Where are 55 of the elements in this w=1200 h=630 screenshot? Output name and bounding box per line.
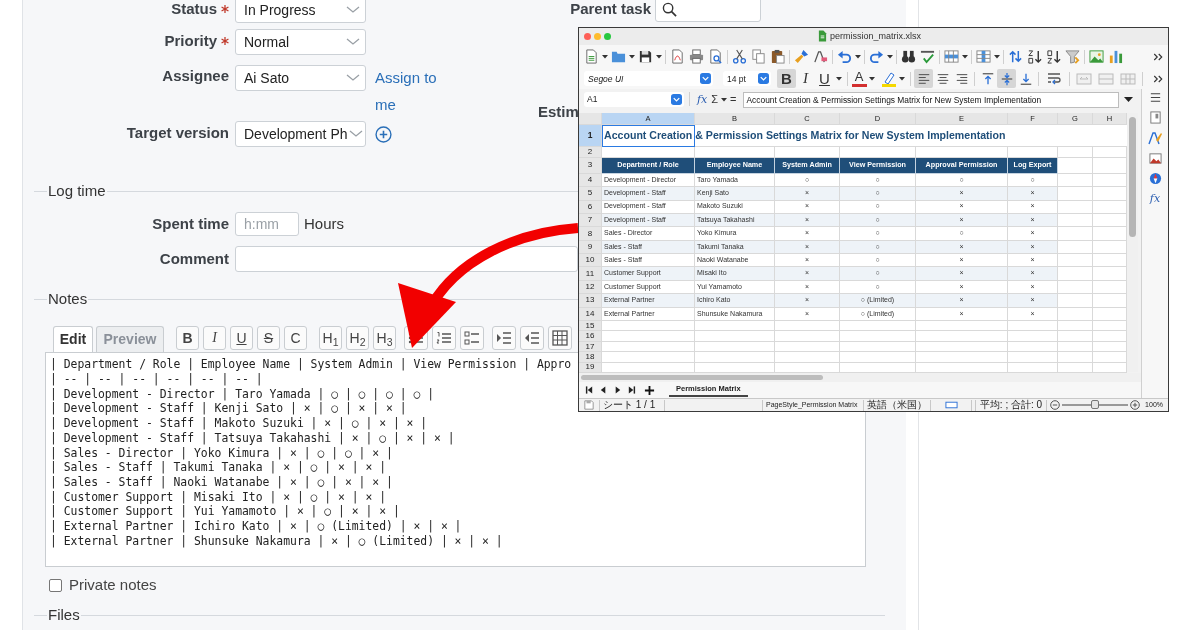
- section-title: Notes: [47, 289, 89, 310]
- select-field[interactable]: In Progress: [235, 0, 366, 23]
- formula-button[interactable]: =: [728, 92, 739, 108]
- section-title: Files: [47, 605, 81, 626]
- row-header[interactable]: 17: [579, 341, 602, 353]
- italic-button[interactable]: I: [796, 69, 815, 89]
- italic-button[interactable]: I: [203, 326, 226, 351]
- section-title: Log time: [47, 181, 107, 202]
- row-header[interactable]: 13: [579, 294, 602, 308]
- field-label: Target version: [126, 123, 229, 144]
- heading-button[interactable]: H$_{1}$: [319, 326, 342, 351]
- field-label: Priority: [164, 30, 217, 51]
- row-header[interactable]: 1: [579, 125, 602, 148]
- spent-time-field[interactable]: h:mm: [235, 212, 299, 237]
- editor-tab[interactable]: Edit: [53, 326, 93, 353]
- sum-button[interactable]: Σ: [709, 92, 721, 108]
- row-header[interactable]: 2: [579, 147, 602, 158]
- window-title: permission_matrix.xlsx: [830, 29, 921, 43]
- field-label: Estim: [538, 102, 579, 122]
- font-size-field[interactable]: 14 pt: [723, 71, 771, 87]
- function-wizard-button[interactable]: fx: [695, 92, 710, 108]
- select-field[interactable]: Normal: [235, 28, 366, 55]
- field-label: Comment: [159, 249, 229, 270]
- underline-button[interactable]: U: [815, 69, 834, 89]
- bold-button[interactable]: B: [777, 69, 796, 89]
- row-header[interactable]: 8: [579, 227, 602, 241]
- status-text: 英語（米国）: [866, 399, 928, 411]
- field-label: Spent time: [152, 214, 229, 235]
- field-label: Assignee: [162, 66, 229, 87]
- underline-button[interactable]: U: [230, 326, 253, 351]
- heading-button[interactable]: H$_{3}$: [373, 326, 396, 351]
- strike-button[interactable]: S: [257, 326, 280, 351]
- field-label: Parent task: [569, 0, 651, 19]
- font-name-field[interactable]: Segoe UI: [584, 71, 713, 87]
- name-box[interactable]: A1: [584, 92, 684, 108]
- assign-link[interactable]: Assign to me: [375, 63, 447, 118]
- font-color-button[interactable]: A: [851, 69, 867, 89]
- table-cell: Account Creation & Permission Settings Matrix for New System Implementation: [602, 125, 1127, 148]
- row-header[interactable]: 16: [579, 331, 602, 342]
- row-header[interactable]: 18: [579, 352, 602, 363]
- code-button[interactable]: C: [284, 326, 307, 351]
- unit-label: Hours: [304, 214, 344, 235]
- select-field[interactable]: Ai Sato: [235, 65, 366, 92]
- formula-input[interactable]: Account Creation & Permission Settings Matrix for New System Implementation: [742, 92, 1119, 109]
- bold-button[interactable]: B: [176, 326, 199, 351]
- row-header[interactable]: 10: [579, 254, 602, 268]
- row-header[interactable]: 11: [579, 267, 602, 281]
- status-text: 平均: ; 合計: 0: [978, 399, 1044, 411]
- checkbox-label: Private notes: [69, 575, 157, 596]
- heading-button[interactable]: H$_{2}$: [346, 326, 369, 351]
- field-label: Status: [171, 0, 217, 19]
- select-field[interactable]: Development Ph: [235, 121, 366, 148]
- functions-button[interactable]: fx: [1149, 192, 1161, 206]
- status-text: シート 1 / 1: [602, 399, 657, 411]
- row-header[interactable]: 5: [579, 187, 602, 201]
